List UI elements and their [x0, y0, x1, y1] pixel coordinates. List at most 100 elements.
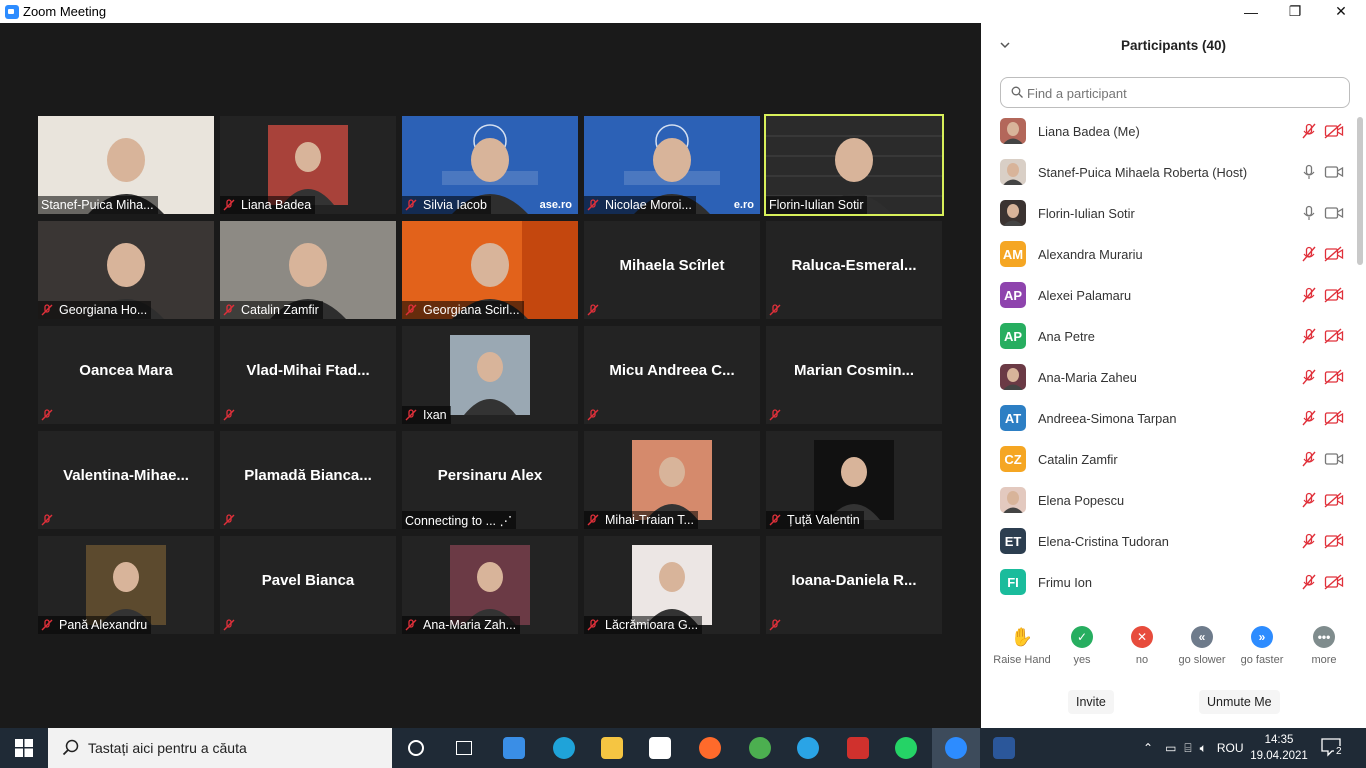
reaction-more-button[interactable]: ••• more [1289, 626, 1359, 666]
camera-icon[interactable] [1324, 451, 1344, 467]
camera-off-icon[interactable] [1324, 492, 1344, 508]
participant-row[interactable]: AP Alexei Palamaru [981, 275, 1353, 316]
video-tile[interactable]: e.ro Nicolae Moroi... [584, 116, 760, 214]
notifications-button[interactable]: 2 [1320, 737, 1350, 759]
video-tile[interactable]: Plamadă Bianca... [220, 431, 396, 529]
mic-muted-icon[interactable] [1301, 246, 1317, 262]
video-tile[interactable]: Ioana-Daniela R... [766, 536, 942, 634]
video-tile[interactable]: Raluca-Esmeral... [766, 221, 942, 319]
volume-icon[interactable]: 🔈︎ [1200, 741, 1207, 756]
start-button[interactable] [0, 728, 48, 768]
taskbar-app[interactable] [440, 728, 488, 768]
participant-row[interactable]: AM Alexandra Murariu [981, 234, 1353, 275]
video-tile[interactable]: Pană Alexandru [38, 536, 214, 634]
taskbar-app[interactable] [932, 728, 980, 768]
camera-off-icon[interactable] [1324, 410, 1344, 426]
video-tile[interactable]: Mihai-Traian T... [584, 431, 760, 529]
mic-muted-icon[interactable] [1301, 410, 1317, 426]
participant-search[interactable] [1000, 77, 1350, 108]
camera-off-icon[interactable] [1324, 246, 1344, 262]
video-tile[interactable]: Valentina-Mihae... [38, 431, 214, 529]
video-tile[interactable]: Lăcrămioara G... [584, 536, 760, 634]
mic-muted-icon[interactable] [1301, 328, 1317, 344]
taskbar-app[interactable] [784, 728, 832, 768]
participant-row[interactable]: Elena Popescu [981, 480, 1353, 521]
taskbar-app[interactable] [834, 728, 882, 768]
video-tile[interactable]: Florin-Iulian Sotir [764, 114, 944, 216]
close-button[interactable]: ✕ [1318, 0, 1364, 23]
video-tile[interactable]: Stanef-Puica Miha... [38, 116, 214, 214]
participant-row[interactable]: FI Frimu Ion [981, 562, 1353, 603]
clock[interactable]: 14:35 19.04.2021 [1250, 732, 1308, 764]
video-tile[interactable]: Oancea Mara [38, 326, 214, 424]
camera-off-icon[interactable] [1324, 533, 1344, 549]
camera-off-icon[interactable] [1324, 123, 1344, 139]
mic-icon[interactable] [1301, 205, 1317, 221]
participant-scrollbar[interactable] [1355, 111, 1364, 601]
network-icon[interactable]: ⌸ [1184, 741, 1191, 756]
mic-muted-icon [587, 514, 599, 526]
taskbar-search[interactable]: Tastați aici pentru a căuta [48, 728, 392, 768]
camera-off-icon[interactable] [1324, 328, 1344, 344]
taskbar-app[interactable] [980, 728, 1028, 768]
mic-muted-icon[interactable] [1301, 287, 1317, 303]
tile-name-label: Ixan [402, 406, 451, 424]
camera-icon[interactable] [1324, 205, 1344, 221]
mic-muted-icon[interactable] [1301, 451, 1317, 467]
taskbar-app[interactable] [686, 728, 734, 768]
search-input[interactable] [1027, 83, 1327, 103]
taskbar-app[interactable] [392, 728, 440, 768]
camera-off-icon[interactable] [1324, 574, 1344, 590]
video-tile[interactable]: Pavel Bianca [220, 536, 396, 634]
participant-row[interactable]: AT Andreea-Simona Tarpan [981, 398, 1353, 439]
video-tile[interactable]: Liana Badea [220, 116, 396, 214]
language-indicator[interactable]: ROU [1217, 741, 1244, 755]
video-tile[interactable]: Georgiana Scirl... [402, 221, 578, 319]
participant-row[interactable]: Ana-Maria Zaheu [981, 357, 1353, 398]
participant-row[interactable]: Stanef-Puica Mihaela Roberta (Host) [981, 152, 1353, 193]
taskbar-app[interactable] [882, 728, 930, 768]
mic-muted-icon[interactable] [1301, 492, 1317, 508]
reaction-label: go faster [1240, 654, 1284, 666]
video-tile[interactable]: ase.ro Silvia Iacob [402, 116, 578, 214]
taskbar-app[interactable] [540, 728, 588, 768]
mic-muted-icon [41, 619, 53, 631]
participant-row[interactable]: ET Elena-Cristina Tudoran [981, 521, 1353, 562]
camera-icon[interactable] [1324, 164, 1344, 180]
mic-muted-icon[interactable] [1301, 574, 1317, 590]
mic-icon[interactable] [1301, 164, 1317, 180]
chevron-up-icon[interactable]: ⌃ [1143, 741, 1153, 755]
video-tile[interactable]: Țuță Valentin [766, 431, 942, 529]
taskbar-app[interactable] [636, 728, 684, 768]
participant-row[interactable]: AP Ana Petre [981, 316, 1353, 357]
taskbar-app[interactable] [588, 728, 636, 768]
battery-icon[interactable]: ▭ [1165, 741, 1176, 755]
minimize-button[interactable]: — [1228, 0, 1274, 23]
taskbar-app[interactable] [490, 728, 538, 768]
maximize-button[interactable]: ❐ [1272, 0, 1318, 23]
video-tile[interactable]: Catalin Zamfir [220, 221, 396, 319]
video-tile[interactable]: Persinaru Alex Connecting to ... ⋰ [402, 431, 578, 529]
video-tile[interactable]: Ana-Maria Zah... [402, 536, 578, 634]
video-tile[interactable]: Georgiana Ho... [38, 221, 214, 319]
video-tile[interactable]: Marian Cosmin... [766, 326, 942, 424]
mic-muted-icon[interactable] [1301, 123, 1317, 139]
mic-muted-icon[interactable] [1301, 533, 1317, 549]
unmute-me-button[interactable]: Unmute Me [1199, 690, 1280, 714]
participant-row[interactable]: Florin-Iulian Sotir [981, 193, 1353, 234]
video-tile[interactable]: Vlad-Mihai Ftad... [220, 326, 396, 424]
participant-row[interactable]: CZ Catalin Zamfir [981, 439, 1353, 480]
participant-row[interactable]: Liana Badea (Me) [981, 111, 1353, 152]
video-tile[interactable]: Mihaela Scîrlet [584, 221, 760, 319]
camera-off-icon[interactable] [1324, 287, 1344, 303]
camera-off-icon[interactable] [1324, 369, 1344, 385]
video-tile[interactable]: Micu Andreea C... [584, 326, 760, 424]
avatar: AM [1000, 241, 1026, 267]
taskbar-app[interactable] [736, 728, 784, 768]
mic-muted-icon[interactable] [1301, 369, 1317, 385]
invite-button[interactable]: Invite [1068, 690, 1114, 714]
mic-muted-icon [405, 619, 417, 631]
tile-participant-name: Georgiana Ho... [59, 303, 148, 317]
reaction-go-faster-button[interactable]: » go faster [1227, 626, 1297, 666]
video-tile[interactable]: Ixan [402, 326, 578, 424]
